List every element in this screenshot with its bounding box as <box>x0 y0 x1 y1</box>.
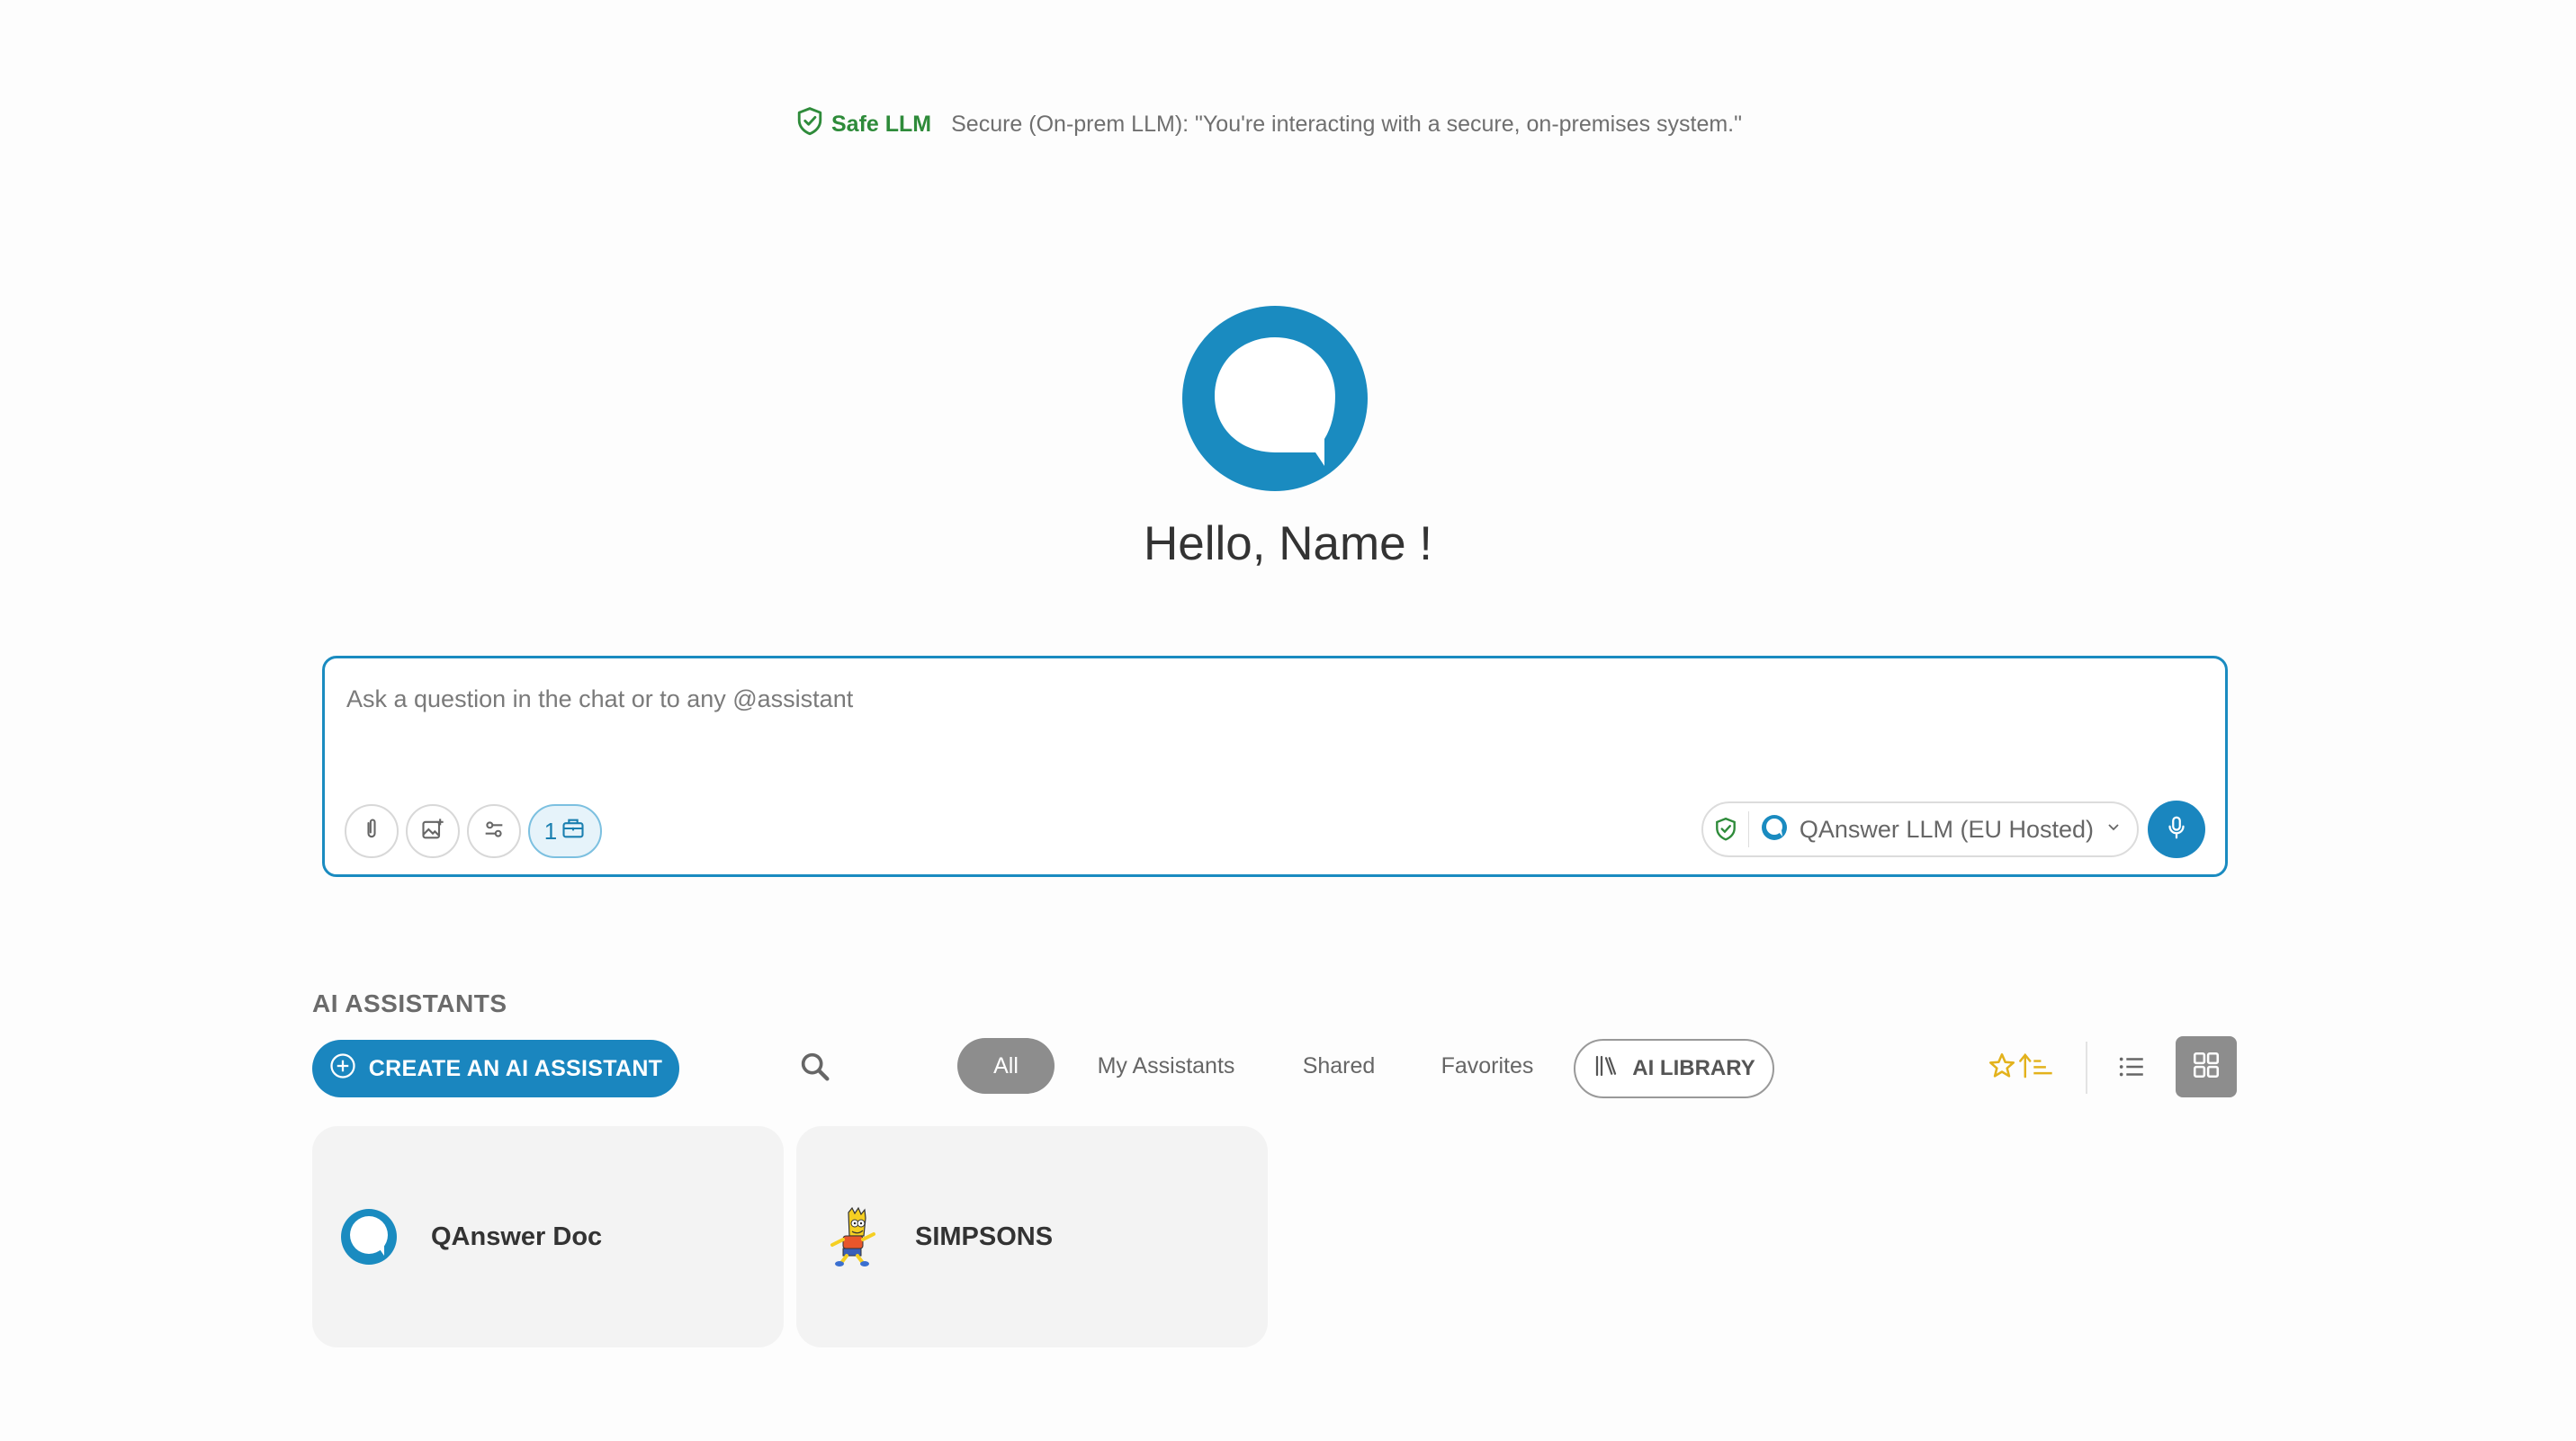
ai-library-button[interactable]: AI LIBRARY <box>1574 1039 1774 1098</box>
filter-tab-shared[interactable]: Shared <box>1285 1038 1393 1094</box>
safe-llm-banner: Safe LLM Secure (On-prem LLM): "You're i… <box>795 106 1742 143</box>
chat-input[interactable] <box>345 676 1694 721</box>
bart-simpson-avatar-icon <box>821 1205 884 1268</box>
workspace-count: 1 <box>543 817 558 845</box>
qanswer-logo-icon <box>1760 813 1789 846</box>
chat-tool-row: 1 <box>345 804 602 858</box>
chevron-down-icon <box>2105 819 2123 841</box>
settings-sliders-button[interactable] <box>467 804 521 858</box>
qanswer-logo-icon <box>1180 306 1369 495</box>
sort-favorites-button[interactable] <box>1987 1051 2053 1086</box>
grid-view-button[interactable] <box>2176 1036 2237 1097</box>
shield-check-icon <box>1714 811 1749 847</box>
safe-llm-label: Safe LLM <box>831 112 932 137</box>
search-icon <box>797 1052 833 1088</box>
grid-icon <box>2191 1050 2221 1085</box>
library-books-icon <box>1593 1052 1620 1086</box>
attach-file-button[interactable] <box>345 804 399 858</box>
filter-tab-all[interactable]: All <box>957 1038 1055 1094</box>
ai-assistants-title: AI ASSISTANTS <box>312 989 507 1017</box>
add-image-button[interactable] <box>406 804 460 858</box>
greeting-title: Hello, Name ! <box>1143 517 1433 570</box>
safe-llm-badge: Safe LLM <box>795 106 931 143</box>
assistant-card-qanswer-doc[interactable]: QAnswer Doc <box>312 1126 784 1347</box>
image-add-icon <box>420 817 445 846</box>
model-row: QAnswer LLM (EU Hosted) <box>1701 801 2205 858</box>
briefcase-icon <box>561 816 586 847</box>
microphone-button[interactable] <box>2148 801 2205 858</box>
microphone-icon <box>2163 814 2190 846</box>
paperclip-icon <box>359 817 384 846</box>
assistant-card-simpsons[interactable]: SIMPSONS <box>796 1126 1268 1347</box>
list-view-button[interactable] <box>2112 1049 2151 1088</box>
model-name: QAnswer LLM (EU Hosted) <box>1799 815 2094 843</box>
workspace-button[interactable]: 1 <box>528 804 602 858</box>
shield-check-icon <box>795 106 824 143</box>
sort-ascending-icon <box>2019 1051 2053 1086</box>
filter-tab-my-assistants[interactable]: My Assistants <box>1080 1038 1252 1094</box>
search-assistants-button[interactable] <box>797 1049 837 1088</box>
sliders-icon <box>481 817 507 846</box>
plus-circle-icon <box>329 1052 356 1086</box>
safe-llm-description: Secure (On-prem LLM): "You're interactin… <box>951 112 1743 137</box>
star-icon <box>1987 1051 2017 1086</box>
create-ai-assistant-label: CREATE AN AI ASSISTANT <box>368 1055 663 1081</box>
assistant-card-name: SIMPSONS <box>915 1222 1054 1251</box>
create-ai-assistant-button[interactable]: CREATE AN AI ASSISTANT <box>312 1040 679 1097</box>
filter-tab-favorites[interactable]: Favorites <box>1429 1038 1546 1094</box>
view-toggle-divider <box>2086 1042 2087 1094</box>
assistant-card-name: QAnswer Doc <box>431 1222 603 1251</box>
ai-library-label: AI LIBRARY <box>1632 1056 1755 1080</box>
list-icon <box>2116 1052 2147 1087</box>
model-selector[interactable]: QAnswer LLM (EU Hosted) <box>1701 801 2139 857</box>
qanswer-logo-icon <box>337 1205 400 1268</box>
chat-composer: 1 QAnswer LLM (EU Hosted) <box>322 656 2228 877</box>
